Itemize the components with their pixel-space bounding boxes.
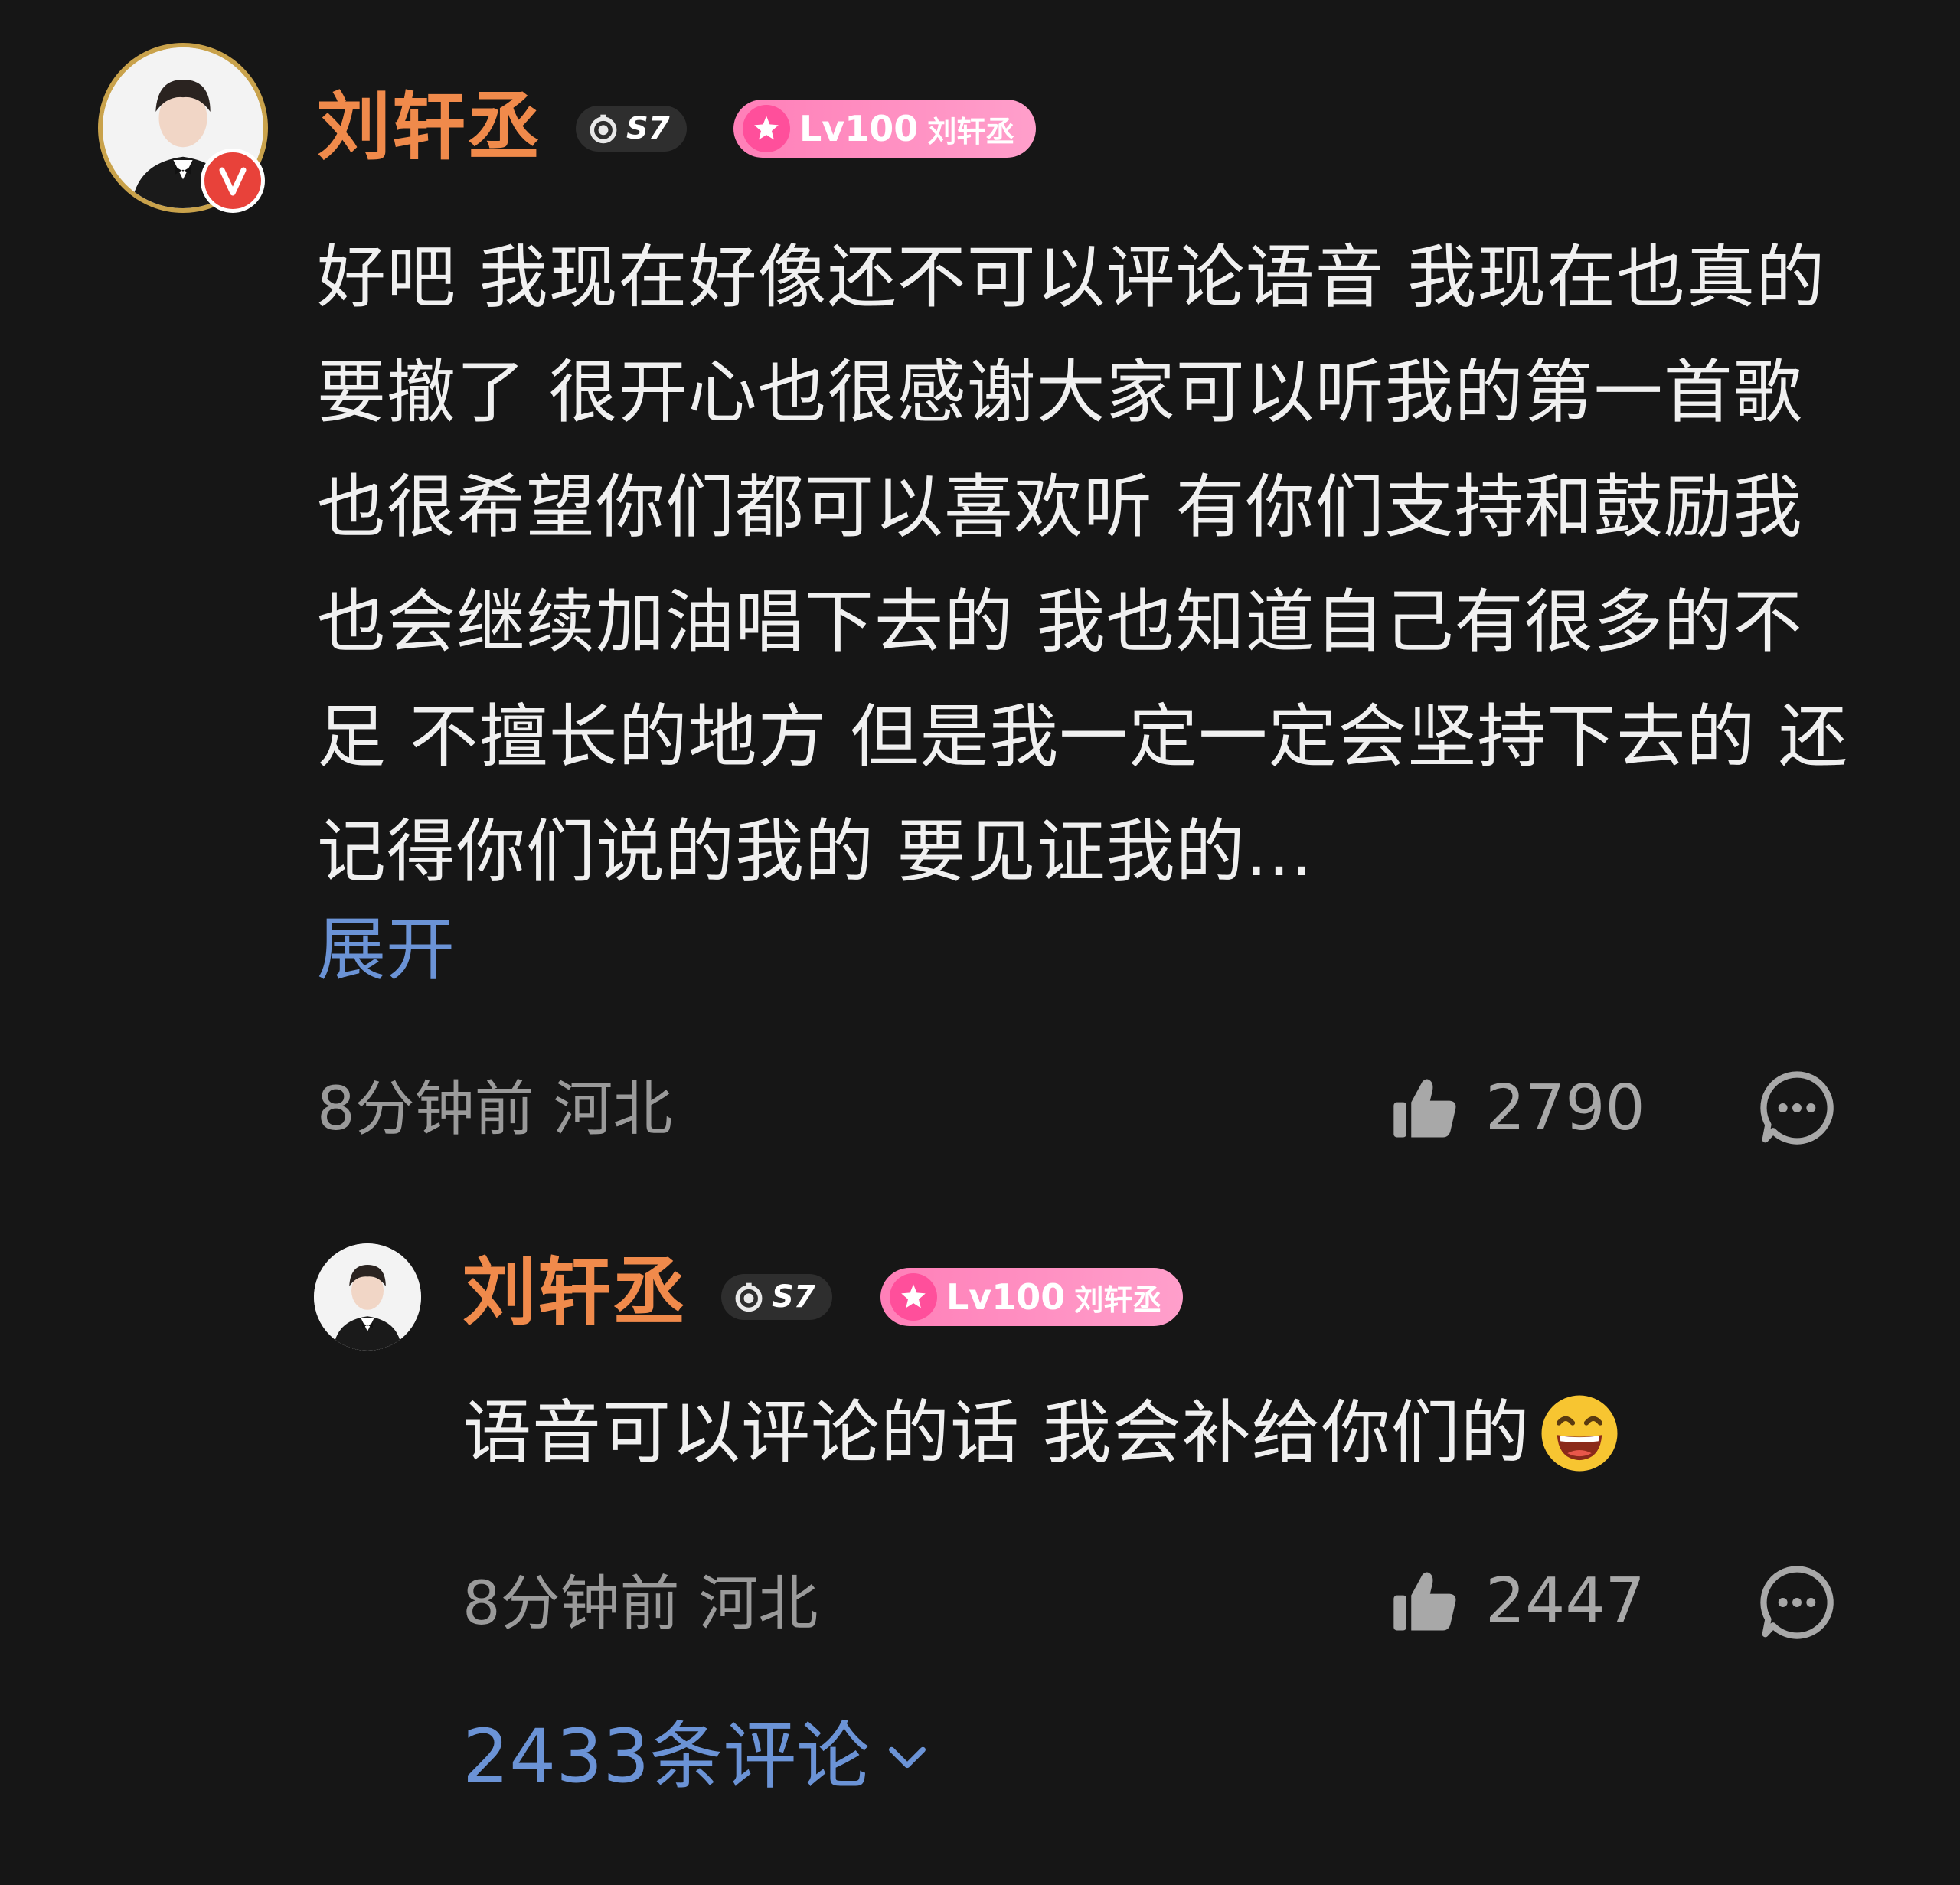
reply-avatar[interactable] [314,1243,421,1351]
expand-button[interactable]: 展开 [317,916,455,985]
grinning-face-emoji [1538,1392,1621,1475]
comment-thread: 刘轩丞 S7 Lv100 刘轩丞 好吧 我现在好像还不可以评论语音 我现在也真的… [0,0,1960,1885]
more-comments-label: 2433条评论 [462,1713,871,1799]
reply-body-text: 语音可以评论的话 我会补给你们的 [462,1393,1530,1473]
thumbs-up-icon [1393,1572,1456,1631]
like-button[interactable]: 2447 [1387,1563,1645,1640]
fan-club-name: 刘轩丞 [1074,1282,1162,1317]
like-count: 2790 [1485,1072,1645,1145]
chevron-down-icon [889,1746,926,1769]
fan-club-name: 刘轩丞 [927,114,1015,149]
star-icon [890,1273,937,1321]
reply-meta: 8分钟前 河北 [462,1570,818,1638]
season-badge: S7 [576,106,687,152]
comment-meta: 8分钟前 河北 [317,1075,673,1144]
season-badge-label: S7 [626,111,670,146]
verified-v-icon [201,149,265,213]
like-count: 2447 [1485,1565,1645,1638]
like-button[interactable]: 2790 [1387,1070,1645,1147]
avatar-portrait-icon [314,1243,421,1351]
username[interactable]: 刘轩丞 [317,90,542,164]
reply-body: 语音可以评论的话 我会补给你们的 [462,1392,1621,1475]
fan-level: Lv100 [799,108,919,149]
comment-body: 好吧 我现在好像还不可以评论语音 我现在也真的要撤了 很开心也很感谢大家可以听我… [317,237,1848,892]
chat-bubble-icon [1760,1071,1834,1145]
medal-icon [590,114,617,144]
medal-icon [735,1282,763,1312]
reply-username[interactable]: 刘轩丞 [462,1256,688,1329]
star-icon [743,105,790,152]
season-badge-label: S7 [772,1279,815,1315]
reply-button[interactable] [1755,1560,1839,1645]
season-badge: S7 [721,1274,832,1320]
reply-button[interactable] [1755,1066,1839,1150]
view-more-comments-button[interactable]: 2433条评论 [462,1720,934,1793]
fan-level: Lv100 [946,1276,1066,1318]
thumbs-up-icon [1393,1079,1456,1138]
fan-level-badge[interactable]: Lv100 刘轩丞 [733,100,1037,158]
fan-level-badge[interactable]: Lv100 刘轩丞 [880,1268,1184,1326]
chat-bubble-icon [1760,1566,1834,1639]
